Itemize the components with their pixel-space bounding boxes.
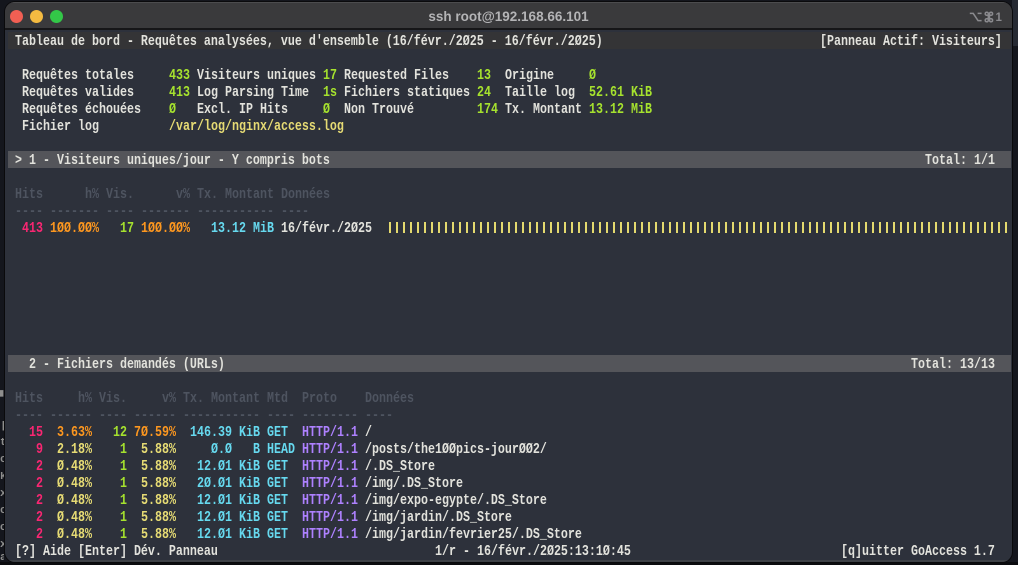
svg-text:1: 1: [996, 12, 1003, 24]
